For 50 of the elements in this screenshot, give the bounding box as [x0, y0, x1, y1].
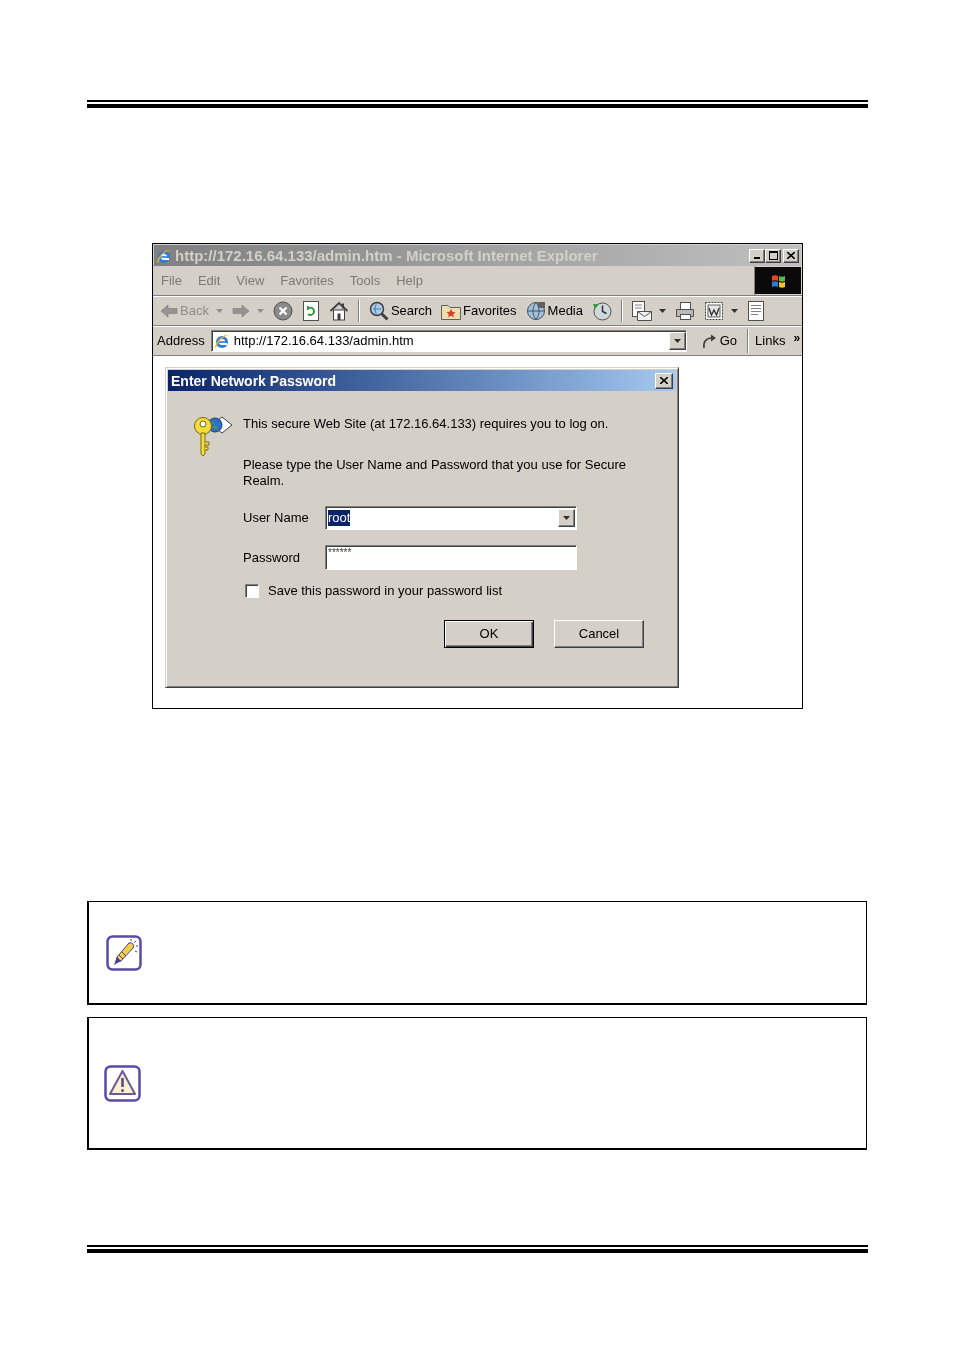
maximize-icon: [768, 251, 778, 260]
browser-logo-icon: [156, 247, 172, 264]
address-label: Address: [157, 332, 205, 351]
clock-icon[interactable]: [592, 301, 612, 321]
password-field[interactable]: ******: [325, 545, 577, 570]
username-field[interactable]: root: [325, 506, 577, 530]
field-label: User Name: [243, 510, 310, 526]
search-icon: [368, 301, 389, 321]
refresh-icon[interactable]: [301, 301, 320, 321]
dropdown-button[interactable]: [558, 509, 575, 527]
close-button[interactable]: [655, 372, 673, 389]
close-icon: [660, 377, 668, 384]
field-label: Password: [243, 549, 302, 566]
cancel-button[interactable]: Cancel: [554, 620, 644, 648]
minimize-button[interactable]: [749, 248, 765, 263]
caret-icon[interactable]: [659, 309, 666, 313]
checkbox[interactable]: [245, 584, 259, 598]
curved-arrow-icon: [700, 333, 717, 349]
stop-icon[interactable]: [272, 301, 293, 321]
close-button[interactable]: [783, 248, 799, 263]
message-text: This secure Web Site (at 172.16.64.133) requires you to log on.: [243, 416, 609, 432]
left-arrow-icon: [160, 304, 178, 318]
ok-button[interactable]: OK: [444, 620, 534, 648]
printer-icon[interactable]: [675, 301, 695, 321]
notepad-icon[interactable]: [747, 301, 765, 321]
checkbox-label: Save this password in your password list: [268, 583, 503, 599]
minimize-icon: [754, 256, 760, 259]
go-button[interactable]: Go: [700, 331, 738, 351]
caret-icon[interactable]: [731, 309, 738, 313]
globe-icon: [525, 301, 546, 321]
close-icon: [787, 252, 795, 259]
prompt-text: Please type the User Name and Password that you use for Secure Realm.: [243, 457, 627, 489]
more-button[interactable]: »: [793, 329, 801, 347]
page-icon: [213, 333, 230, 349]
search-button[interactable]: Search: [368, 301, 433, 321]
dialog-title: Enter Network Password: [171, 371, 336, 390]
address-field[interactable]: http://172.16.64.133/admin.htm: [210, 330, 687, 352]
links-button[interactable]: Links: [755, 331, 786, 351]
favorites-button[interactable]: Favorites: [441, 301, 517, 321]
edit-icon[interactable]: [704, 301, 724, 321]
warning-icon: [104, 1064, 141, 1102]
media-button[interactable]: Media: [525, 301, 583, 321]
dropdown-button[interactable]: [668, 332, 686, 350]
caret-icon: [673, 339, 681, 343]
pencil-icon: [106, 934, 142, 971]
star-folder-icon: [441, 302, 462, 320]
maximize-button[interactable]: [765, 248, 781, 263]
home-icon[interactable]: [328, 301, 349, 321]
caret-icon: [563, 516, 570, 520]
mail-icon[interactable]: [632, 301, 652, 321]
